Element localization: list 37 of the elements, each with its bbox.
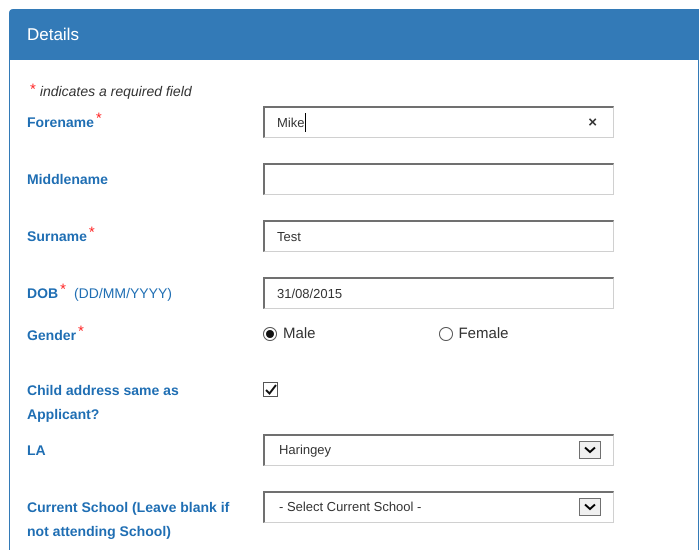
field-label: Surname <box>27 226 87 246</box>
field-label: Gender <box>27 326 76 345</box>
field-label: LA <box>27 440 46 460</box>
select-dropdown[interactable]: - Select Current School - <box>263 490 614 522</box>
input-value: Mike <box>277 112 306 132</box>
text-input[interactable]: Test <box>263 220 614 252</box>
radio-label: Male <box>283 324 316 344</box>
select-dropdown[interactable]: Haringey <box>263 434 614 466</box>
radio-button[interactable] <box>263 327 277 342</box>
required-marker: * <box>30 80 36 100</box>
field-label: Forename <box>27 112 94 132</box>
chevron-down-icon <box>584 446 596 454</box>
field-label: Current School (Leave blank if not attending School) <box>27 498 230 541</box>
required-marker: * <box>78 322 84 342</box>
format-hint: (DD/MM/YYYY) <box>74 284 172 303</box>
field-label: Child address same as Applicant? <box>27 380 180 424</box>
required-marker: * <box>96 108 102 129</box>
checkbox[interactable] <box>263 382 278 396</box>
input-value: 31/08/2015 <box>277 284 342 303</box>
required-marker: * <box>88 222 95 243</box>
text-input[interactable]: 31/08/2015 <box>263 277 614 309</box>
panel-title: Details <box>27 24 79 46</box>
radio-button[interactable] <box>438 327 452 342</box>
input-value: Test <box>277 228 301 246</box>
chevron-down-icon <box>584 503 596 511</box>
select-value: - Select Current School - <box>279 498 422 516</box>
select-value: Haringey <box>279 441 332 460</box>
clear-button[interactable]: × <box>588 115 597 130</box>
required-marker: * <box>60 280 66 300</box>
field-label: DOB <box>27 284 58 303</box>
text-input[interactable]: Mike × <box>263 106 614 138</box>
dropdown-button[interactable] <box>579 441 601 459</box>
dropdown-button[interactable] <box>579 498 601 516</box>
text-input[interactable] <box>263 163 614 195</box>
field-label: Middlename <box>27 170 108 189</box>
required-note: indicates a required field <box>40 82 192 101</box>
radio-label: Female <box>458 324 509 344</box>
